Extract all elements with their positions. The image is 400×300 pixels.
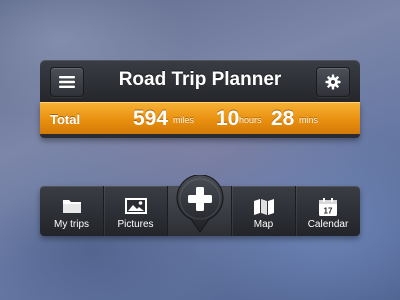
hours-unit: hours <box>239 115 262 125</box>
hours-value: 10 <box>216 107 240 130</box>
tab-label: My trips <box>54 219 89 230</box>
miles-unit: miles <box>173 115 195 125</box>
map-icon <box>253 199 274 215</box>
tab-label: Calendar <box>307 219 349 230</box>
header-bar: Road Trip Planner <box>40 60 360 102</box>
tab-pictures[interactable]: Pictures <box>104 186 168 236</box>
menu-button[interactable] <box>50 67 84 97</box>
tab-calendar[interactable]: 17 Calendar <box>296 186 360 236</box>
trip-totals-bar: Total 594 miles 10 hours 28 mins <box>40 102 360 138</box>
gear-icon <box>325 74 341 90</box>
mins-value: 28 <box>271 107 295 130</box>
miles-value: 594 <box>133 107 169 130</box>
page-title: Road Trip Planner <box>118 69 282 90</box>
tab-map[interactable]: Map <box>232 186 296 236</box>
add-pin-shape <box>176 174 224 233</box>
total-label: Total <box>50 112 81 127</box>
tab-label: Map <box>253 219 274 230</box>
folder-icon <box>62 200 81 213</box>
add-trip-button[interactable] <box>175 174 225 233</box>
settings-button[interactable] <box>316 67 350 97</box>
calendar-day-badge: 17 <box>324 207 333 216</box>
picture-icon <box>124 198 147 214</box>
tab-my-trips[interactable]: My trips <box>40 186 104 236</box>
tab-label: Pictures <box>117 219 154 230</box>
calendar-icon: 17 <box>319 198 337 216</box>
mins-unit: mins <box>299 115 319 125</box>
hamburger-menu-icon <box>59 76 75 88</box>
